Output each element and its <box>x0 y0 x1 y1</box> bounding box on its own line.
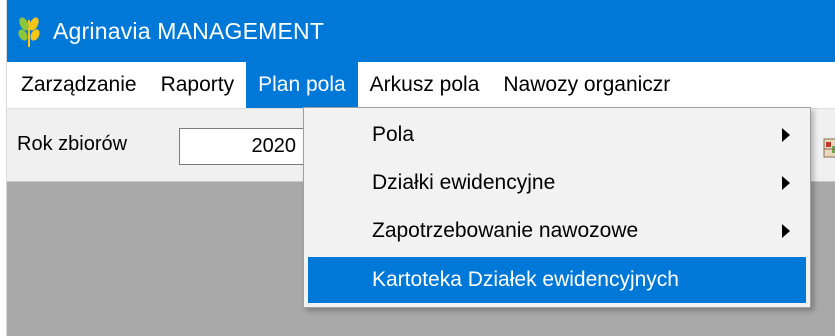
map-icon[interactable] <box>822 131 835 165</box>
menu-item-label: Kartoteka Działek ewidencyjnych <box>372 268 679 291</box>
menu-item-zapotrzebowanie-nawozowe[interactable]: Zapotrzebowanie nawozowe <box>308 207 806 255</box>
plan-pola-dropdown: Pola Działki ewidencyjne Zapotrzebowanie… <box>303 107 811 308</box>
menu-plan-pola[interactable]: Plan pola <box>246 62 358 108</box>
harvest-year-input[interactable] <box>179 128 305 165</box>
menu-item-label: Pola <box>372 123 415 146</box>
menu-item-kartoteka-dzialek[interactable]: Kartoteka Działek ewidencyjnych <box>308 257 806 303</box>
submenu-arrow-icon <box>782 128 790 142</box>
menu-raporty[interactable]: Raporty <box>149 62 247 108</box>
submenu-arrow-icon <box>782 224 790 238</box>
menu-arkusz-pola[interactable]: Arkusz pola <box>358 62 492 108</box>
window-title: Agrinavia MANAGEMENT <box>53 17 325 44</box>
menu-item-pola[interactable]: Pola <box>308 111 806 159</box>
window-left-border <box>0 0 7 336</box>
title-bar[interactable]: Agrinavia MANAGEMENT <box>7 0 835 62</box>
harvest-year-label: Rok zbiorów <box>17 133 128 155</box>
wheat-icon <box>15 13 43 49</box>
submenu-arrow-icon <box>782 176 790 190</box>
menu-zarzadzanie[interactable]: Zarządzanie <box>7 62 149 108</box>
menu-item-label: Zapotrzebowanie nawozowe <box>372 219 639 242</box>
menu-item-label: Działki ewidencyjne <box>372 171 556 194</box>
menu-bar: Zarządzanie Raporty Plan pola Arkusz pol… <box>7 62 835 108</box>
menu-nawozy-organiczne[interactable]: Nawozy organiczr <box>491 62 682 108</box>
menu-item-dzialki-ewidencyjne[interactable]: Działki ewidencyjne <box>308 159 806 207</box>
